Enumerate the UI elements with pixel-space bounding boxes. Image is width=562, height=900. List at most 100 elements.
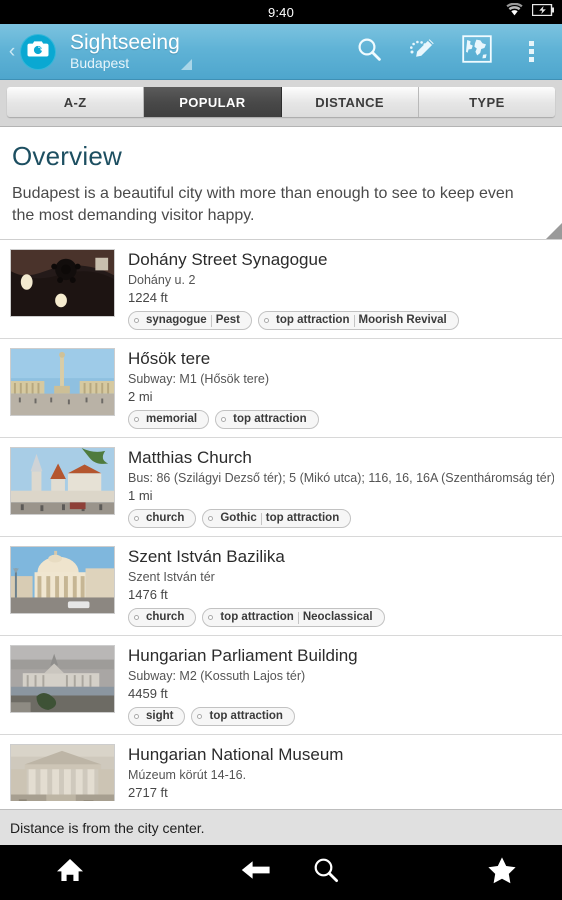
tag-hole-icon bbox=[134, 417, 139, 422]
list-item-title: Hungarian National Museum bbox=[128, 745, 344, 764]
list-item[interactable]: Hungarian National Museum Múzeum körút 14… bbox=[0, 735, 562, 801]
tag-pill[interactable]: church bbox=[128, 509, 197, 528]
system-status-bar: 9:40 bbox=[0, 0, 562, 24]
list-item-subtitle: Szent István tér bbox=[128, 570, 215, 584]
nav-search-button[interactable] bbox=[291, 845, 361, 900]
tag-label: top attraction bbox=[265, 512, 340, 524]
tab-label: TYPE bbox=[469, 94, 505, 110]
list-item-subtitle: Subway: M2 (Kossuth Lajos tér) bbox=[128, 669, 306, 683]
tag-pill[interactable]: church bbox=[128, 608, 197, 627]
list-item-distance: 1224 ft bbox=[128, 290, 168, 305]
tag-separator bbox=[297, 611, 299, 624]
overflow-menu-button[interactable] bbox=[504, 24, 558, 80]
dropdown-corner-icon[interactable] bbox=[181, 59, 193, 70]
tab-label: A-Z bbox=[63, 94, 87, 110]
system-navigation-bar bbox=[0, 845, 562, 900]
footer-note-text: Distance is from the city center. bbox=[10, 819, 205, 836]
list-item-body: Matthias Church Bus: 86 (Szilágyi Dezső t… bbox=[128, 447, 554, 528]
tag-label: memorial bbox=[146, 413, 198, 425]
tag-label: top attraction bbox=[233, 413, 307, 425]
app-title: Sightseeing bbox=[70, 31, 180, 54]
tag-label: Pest bbox=[215, 314, 241, 326]
list-item-title: Szent István Bazilika bbox=[128, 547, 285, 566]
tag-hole-icon bbox=[134, 516, 139, 521]
map-globe-icon bbox=[462, 35, 492, 68]
list-item-title: Matthias Church bbox=[128, 448, 252, 467]
list-item[interactable]: Dohány Street Synagogue Dohány u. 2 1224 f… bbox=[0, 240, 562, 339]
tag-hole-icon bbox=[264, 318, 270, 323]
tab-distance[interactable]: DISTANCE bbox=[281, 87, 419, 117]
app-logo-button[interactable] bbox=[20, 33, 56, 70]
tab-label: DISTANCE bbox=[315, 94, 384, 110]
matthias-church-thumbnail bbox=[10, 447, 115, 515]
list-item[interactable]: Szent István Bazilika Szent István tér 147… bbox=[0, 537, 562, 636]
sort-tabs: A-Z POPULAR DISTANCE TYPE bbox=[7, 87, 555, 117]
tag-hole-icon bbox=[134, 615, 139, 620]
tag-label: top attraction bbox=[276, 314, 350, 326]
tag-hole-icon bbox=[134, 318, 139, 323]
battery-charging-icon bbox=[531, 3, 554, 21]
back-chevron-icon[interactable]: ‹ bbox=[4, 42, 20, 61]
tab-popular[interactable]: POPULAR bbox=[144, 87, 282, 117]
nav-favorites-button[interactable] bbox=[442, 845, 562, 900]
app-header-bar: ‹ Sightseeing Budapest bbox=[0, 24, 562, 80]
tag-pill[interactable]: synagogue Pest bbox=[128, 311, 253, 330]
tag-label: sight bbox=[146, 710, 174, 722]
footer-note-bar: Distance is from the city center. bbox=[0, 809, 562, 845]
tab-a-z[interactable]: A-Z bbox=[7, 87, 145, 117]
tag-pill[interactable]: Gothic top attraction bbox=[202, 509, 352, 528]
star-favorites-icon bbox=[487, 856, 517, 889]
tag-label: Moorish Revival bbox=[358, 314, 447, 326]
app-titles[interactable]: Sightseeing Budapest bbox=[70, 31, 193, 72]
camera-icon bbox=[27, 40, 49, 63]
app-subtitle: Budapest bbox=[70, 55, 130, 71]
list-item[interactable]: Matthias Church Bus: 86 (Szilágyi Dezső t… bbox=[0, 438, 562, 537]
back-arrow-icon bbox=[241, 858, 271, 887]
list-item-body: Dohány Street Synagogue Dohány u. 2 1224 f… bbox=[128, 249, 554, 330]
national-museum-thumbnail bbox=[10, 744, 115, 801]
tag-separator bbox=[210, 314, 212, 327]
tag-pill[interactable]: top attraction Neoclassical bbox=[202, 608, 385, 627]
tag-pill[interactable]: top attraction Moorish Revival bbox=[258, 311, 459, 330]
list-item-body: Szent István Bazilika Szent István tér 147… bbox=[128, 546, 554, 627]
overview-text: Budapest is a beautiful city with more t… bbox=[12, 185, 514, 224]
status-system-icons bbox=[506, 0, 554, 24]
parliament-thumbnail bbox=[10, 645, 115, 713]
content-scroll-area[interactable]: Overview Budapest is a beautiful city wi… bbox=[0, 127, 562, 801]
list-item-title: Hősök tere bbox=[128, 349, 211, 368]
tag-label: Gothic bbox=[220, 512, 257, 524]
list-item-tags: sight top attraction bbox=[128, 707, 554, 726]
heroes-square-thumbnail bbox=[10, 348, 115, 416]
list-item-distance: 1 mi bbox=[128, 488, 153, 503]
tag-pill[interactable]: memorial bbox=[128, 410, 210, 429]
list-item-tags: church top attraction Neoclassical bbox=[128, 608, 554, 627]
list-item-distance: 2717 ft bbox=[128, 785, 168, 800]
list-item-distance: 1476 ft bbox=[128, 587, 168, 602]
tab-type[interactable]: TYPE bbox=[418, 87, 555, 117]
list-item-tags: memorial top attraction bbox=[128, 410, 554, 429]
status-clock: 9:40 bbox=[267, 4, 295, 20]
st-stephen-basilica-thumbnail bbox=[10, 546, 115, 614]
tag-hole-icon bbox=[208, 615, 214, 620]
map-button[interactable] bbox=[450, 24, 504, 80]
nav-back-button[interactable] bbox=[221, 845, 291, 900]
tag-pill[interactable]: top attraction bbox=[191, 707, 295, 726]
tag-hole-icon bbox=[197, 714, 203, 719]
nav-home-button[interactable] bbox=[0, 845, 140, 900]
list-item[interactable]: Hősök tere Subway: M1 (Hősök tere) 2 mi mem… bbox=[0, 339, 562, 438]
list-item-body: Hungarian National Museum Múzeum körút 14… bbox=[128, 744, 554, 801]
wifi-icon bbox=[506, 2, 523, 21]
list-item-body: Hungarian Parliament Building Subway: M2 … bbox=[128, 645, 554, 726]
tab-label: POPULAR bbox=[179, 94, 246, 110]
search-icon bbox=[312, 856, 340, 889]
edit-route-button[interactable] bbox=[396, 24, 450, 80]
resize-corner-icon[interactable] bbox=[546, 223, 562, 239]
app-bar-actions bbox=[342, 24, 562, 79]
list-item-distance: 2 mi bbox=[128, 389, 153, 404]
overflow-menu-icon bbox=[528, 41, 534, 62]
list-item[interactable]: Hungarian Parliament Building Subway: M2 … bbox=[0, 636, 562, 735]
tag-pill[interactable]: sight bbox=[128, 707, 186, 726]
tag-label: top attraction bbox=[209, 710, 283, 722]
search-button[interactable] bbox=[342, 24, 396, 80]
tag-pill[interactable]: top attraction bbox=[215, 410, 319, 429]
